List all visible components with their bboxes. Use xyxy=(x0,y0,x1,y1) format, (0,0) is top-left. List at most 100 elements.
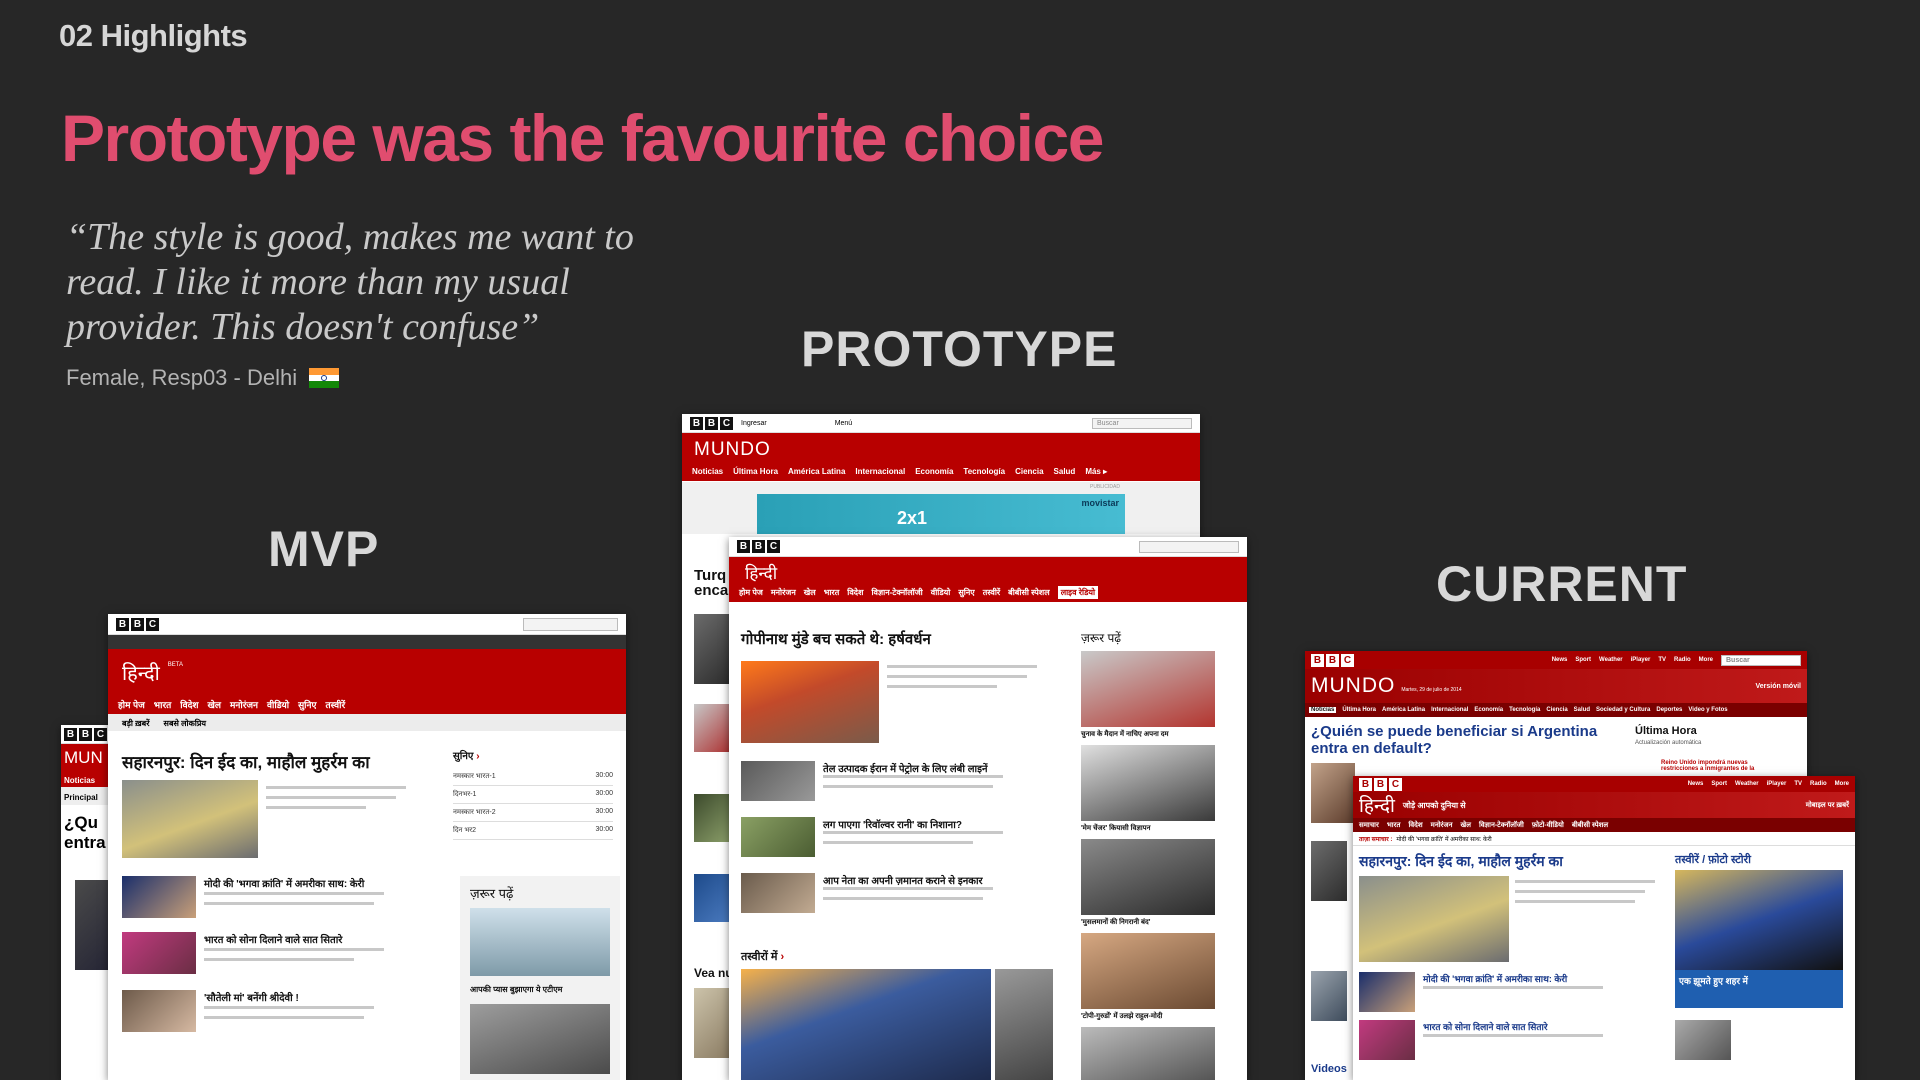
current-lead-headline[interactable]: सहारनपुर: दिन ईद का, माहौल मुहर्रम का xyxy=(1359,852,1563,871)
top-link[interactable]: iPlayer xyxy=(1767,781,1787,787)
current-brand: हिन्दी xyxy=(1359,796,1395,817)
nav-item[interactable]: Internacional xyxy=(855,467,905,476)
proto-story-0[interactable]: तेल उत्पादक ईरान में पेट्रोल के लिए लंबी… xyxy=(823,761,988,775)
tab-popular[interactable]: सबसे लोकप्रिय xyxy=(164,718,207,731)
mobile-news-link[interactable]: मोबाइल पर ख़बरें xyxy=(1806,801,1849,810)
current-nav-2[interactable]: विदेश xyxy=(1408,821,1422,830)
top-link[interactable]: Radio xyxy=(1810,781,1827,787)
mvp-nav-2[interactable]: विदेश xyxy=(180,698,198,711)
nav-item[interactable]: América Latina xyxy=(788,467,845,476)
current-headline[interactable]: ¿Quién se puede beneficiar si Argentina … xyxy=(1311,723,1601,757)
current-date: Martes, 29 de julio de 2014 xyxy=(1401,687,1462,693)
proto-caption-2[interactable]: 'मुसलमानों की निगरानी बंद' xyxy=(1081,918,1150,927)
nav-item[interactable]: Más ▸ xyxy=(1085,467,1107,476)
nav-item[interactable]: Video y Fotos xyxy=(1688,707,1727,713)
current-nav-3[interactable]: मनोरंजन xyxy=(1431,821,1453,830)
mvp-nav-5[interactable]: वीडियो xyxy=(267,698,289,711)
top-link[interactable]: News xyxy=(1552,657,1568,663)
mvp-story-0[interactable]: मोदी की 'भगवा क्रांति' में अमरीका साथ: क… xyxy=(204,876,364,890)
ticker-text[interactable]: मोदी की 'भगवा क्रांति' में अमरीका साथ: क… xyxy=(1396,835,1491,843)
nav-item[interactable]: Última Hora xyxy=(733,467,778,476)
top-link[interactable]: More xyxy=(1835,781,1849,787)
top-link[interactable]: Weather xyxy=(1735,781,1759,787)
top-link[interactable]: More xyxy=(1699,657,1713,663)
top-link[interactable]: TV xyxy=(1794,781,1802,787)
listen-item[interactable]: नमस्कार भारत-2 30:00 xyxy=(453,804,613,822)
nav-item[interactable]: Internacional xyxy=(1431,707,1468,713)
mvp-nav-3[interactable]: खेल xyxy=(208,698,221,711)
mvp-nav-1[interactable]: भारत xyxy=(154,698,171,711)
current-nav-0[interactable]: समाचार xyxy=(1359,821,1379,830)
search-input[interactable] xyxy=(523,617,618,631)
proto-caption-1[interactable]: 'मेम चेंजर' कियासी विज्ञापन xyxy=(1081,824,1151,833)
live-radio-button[interactable]: लाइव रेडियो xyxy=(1057,585,1099,599)
mvp-story-1[interactable]: भारत को सोना दिलाने वाले सात सितारे xyxy=(204,932,342,946)
proto-nav-6[interactable]: वीडियो xyxy=(931,587,951,598)
mvp-nav-4[interactable]: मनोरंजन xyxy=(230,698,258,711)
proto-caption-0[interactable]: चुनाव के मैदान में नाचिए अपना दम xyxy=(1081,730,1169,739)
current-nav-6[interactable]: फ़ोटो-वीडियो xyxy=(1532,821,1564,830)
nav-item[interactable]: Sociedad y Cultura xyxy=(1596,707,1650,713)
mobile-version-link[interactable]: Versión móvil xyxy=(1755,683,1801,690)
listen-item[interactable]: नमस्कार भारत-1 30:00 xyxy=(453,768,613,786)
photos-label: तस्वीरों में › xyxy=(741,951,785,963)
top-link[interactable]: Sport xyxy=(1575,657,1591,663)
proto-nav-7[interactable]: सुनिए xyxy=(958,587,974,598)
proto-nav-3[interactable]: भारत xyxy=(824,587,840,598)
nav-item[interactable]: Ciencia xyxy=(1546,707,1567,713)
mvp-story-2[interactable]: 'सौतेली मां' बनेंगी श्रीदेवी ! xyxy=(204,990,299,1004)
proto-story-1[interactable]: लग पाएगा 'रिवॉल्वर रानी' का निशाना? xyxy=(823,817,962,831)
top-link[interactable]: News xyxy=(1688,781,1704,787)
proto-nav-2[interactable]: खेल xyxy=(804,587,816,598)
nav-item[interactable]: Tecnología xyxy=(963,467,1005,476)
nav-item[interactable]: Salud xyxy=(1054,467,1076,476)
search-input[interactable]: Buscar xyxy=(1721,654,1801,666)
top-link[interactable]: TV xyxy=(1658,657,1666,663)
ad-banner[interactable]: 2x1 movistar xyxy=(757,494,1125,534)
current-nav-7[interactable]: बीबीसी स्पेशल xyxy=(1572,821,1608,830)
nav-item[interactable]: Economía xyxy=(915,467,953,476)
nav-item[interactable]: Última Hora xyxy=(1342,707,1376,713)
must-read-caption[interactable]: आपकी प्यास बुझाएगा ये एटीएम xyxy=(470,984,562,995)
latest-story[interactable]: Reino Unido impondrá nuevas restriccione… xyxy=(1661,760,1781,772)
search-input[interactable]: Buscar xyxy=(1092,417,1192,429)
nav-item[interactable]: Noticias xyxy=(692,467,723,476)
nav-item[interactable]: Ciencia xyxy=(1015,467,1043,476)
tab-top-news[interactable]: बड़ी ख़बरें xyxy=(122,718,150,731)
current-nav-1[interactable]: भारत xyxy=(1387,821,1401,830)
mvp-nav-0[interactable]: होम पेज xyxy=(118,698,145,711)
current-story-1[interactable]: भारत को सोना दिलाने वाले सात सितारे xyxy=(1423,1020,1548,1033)
current-nav-5[interactable]: विज्ञान-टेक्नॉलॉजी xyxy=(1479,821,1524,830)
mvp-nav-7[interactable]: तस्वीरें xyxy=(325,698,345,711)
top-link[interactable]: Weather xyxy=(1599,657,1623,663)
proto-nav-0[interactable]: होम पेज xyxy=(739,587,763,598)
nav-item[interactable]: América Latina xyxy=(1382,707,1425,713)
nav-item[interactable]: Tecnología xyxy=(1509,707,1540,713)
listen-item[interactable]: दिनभर-1 30:00 xyxy=(453,786,613,804)
gallery-caption[interactable]: एक झूमते हुए शहर में xyxy=(1675,970,1843,1008)
search-input[interactable] xyxy=(1139,540,1239,553)
proto-nav-9[interactable]: बीबीसी स्पेशल xyxy=(1008,587,1050,598)
listen-item[interactable]: दिन भर2 30:00 xyxy=(453,822,613,840)
listen-title: सुनिए › xyxy=(453,751,480,762)
current-story-0[interactable]: मोदी की 'भगवा क्रांति' में अमरीका साथ: क… xyxy=(1423,972,1567,985)
top-link[interactable]: Sport xyxy=(1711,781,1727,787)
prototype-lead-headline[interactable]: गोपीनाथ मुंडे बच सकते थे: हर्षवर्धन xyxy=(741,629,931,649)
top-link[interactable]: iPlayer xyxy=(1631,657,1651,663)
proto-story-2[interactable]: आप नेता का अपनी ज़मानत कराने से इनकार xyxy=(823,873,983,887)
menu-link[interactable]: Menú xyxy=(835,420,853,427)
nav-item[interactable]: Noticias xyxy=(1309,707,1337,713)
nav-item[interactable]: Economía xyxy=(1474,707,1503,713)
proto-nav-1[interactable]: मनोरंजन xyxy=(771,587,796,598)
mvp-nav-6[interactable]: सुनिए xyxy=(298,698,316,711)
proto-nav-4[interactable]: विदेश xyxy=(847,587,863,598)
current-nav-4[interactable]: खेल xyxy=(1460,821,1470,830)
proto-nav-5[interactable]: विज्ञान-टेक्नॉलॉजी xyxy=(871,587,922,598)
login-link[interactable]: Ingresar xyxy=(741,420,767,427)
nav-item[interactable]: Salud xyxy=(1574,707,1590,713)
proto-nav-8[interactable]: तस्वीरें xyxy=(983,587,1000,598)
nav-item[interactable]: Deportes xyxy=(1656,707,1682,713)
mvp-lead-headline[interactable]: सहारनपुर: दिन ईद का, माहौल मुहर्रम का xyxy=(122,750,370,773)
proto-caption-3[interactable]: 'टोपी-गुरुडों' में उलझे राहुल-मोदी xyxy=(1081,1012,1162,1021)
top-link[interactable]: Radio xyxy=(1674,657,1691,663)
